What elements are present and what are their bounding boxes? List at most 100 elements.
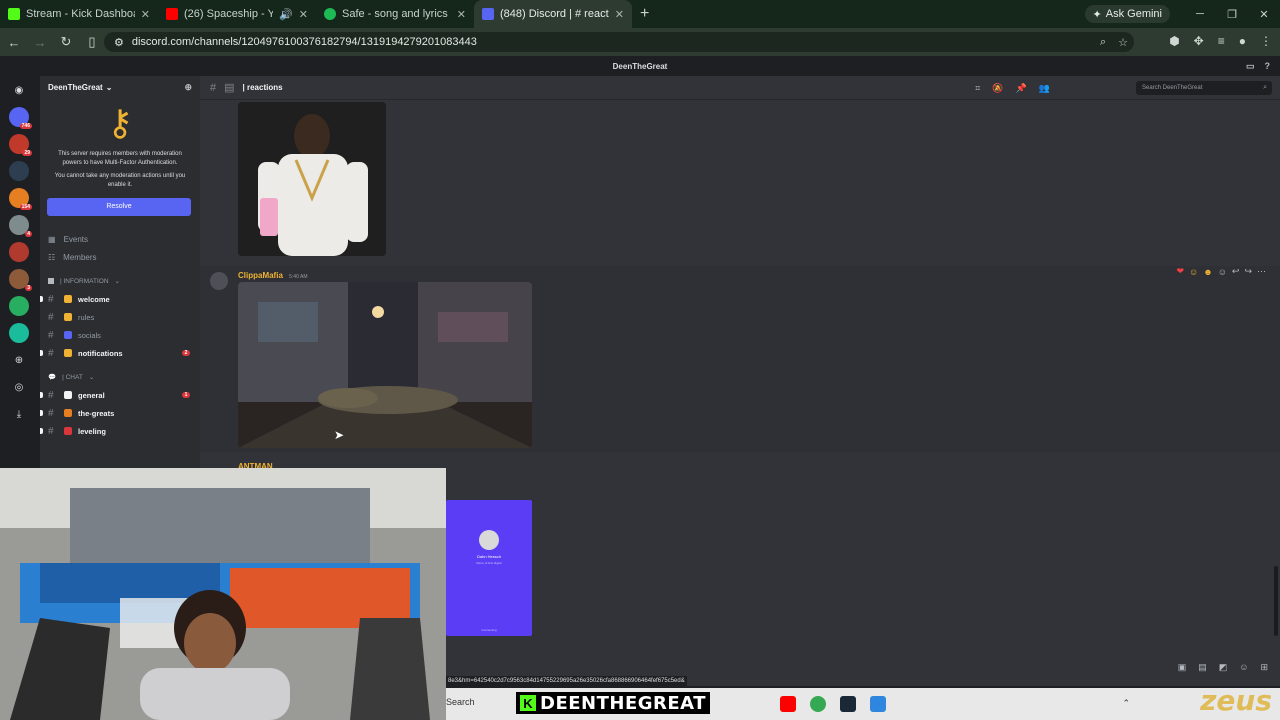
invite-icon[interactable]: ⊕ (184, 82, 192, 93)
hash-icon: # (48, 425, 54, 437)
events-link[interactable]: ▦ Events (40, 230, 200, 248)
laugh-reaction-icon[interactable]: ☻ (1203, 267, 1212, 277)
members-link[interactable]: ☷ Members (40, 248, 200, 266)
category-information[interactable]: | INFORMATION ⌄ (40, 272, 200, 290)
embed-card[interactable]: Dahn Hessch Menu of first digital Connec… (446, 500, 532, 636)
profile-icon[interactable]: ● (1239, 34, 1246, 48)
youtube-icon[interactable] (780, 696, 796, 712)
bookmark-star-icon[interactable]: ☆ (1118, 36, 1128, 49)
hash-icon: # (48, 407, 54, 419)
channel-label: rules (78, 312, 95, 322)
extension-icon[interactable]: ⬢ (1169, 34, 1179, 48)
more-icon[interactable]: ⋯ (1257, 266, 1266, 277)
restore-icon[interactable]: ❐ (1216, 0, 1248, 28)
server-rail: ◉ 746 29 154 4 3 ⊕ ◎ ⤓ (0, 76, 38, 476)
message-author[interactable]: ClippaMafia 5:40 AM (238, 271, 308, 280)
channel-label: general (78, 390, 105, 400)
server-header[interactable]: DeenTheGreat ⌄ ⊕ (40, 76, 200, 98)
server-icon[interactable] (9, 296, 29, 316)
close-tab-icon[interactable]: ✕ (299, 8, 308, 21)
close-tab-icon[interactable]: ✕ (457, 8, 466, 21)
app-icon[interactable] (870, 696, 886, 712)
forward-icon[interactable]: ↪ (1244, 266, 1252, 277)
menu-icon[interactable]: ⋮ (1260, 34, 1272, 48)
scrollbar[interactable] (1274, 566, 1278, 636)
channel-rules[interactable]: # rules (40, 308, 200, 326)
server-icon[interactable] (9, 161, 29, 181)
emoji-icon[interactable]: ☺ (1239, 662, 1248, 673)
steam-icon[interactable] (840, 696, 856, 712)
add-reaction-icon[interactable]: ☺ (1218, 267, 1227, 277)
new-tab-button[interactable]: + (632, 5, 657, 23)
channel-emoji-icon (64, 313, 72, 321)
pin-icon[interactable]: 📌 (1016, 83, 1027, 94)
spotify-icon (324, 8, 336, 20)
chrome-icon[interactable] (810, 696, 826, 712)
threads-icon[interactable]: ⌗ (975, 83, 980, 94)
photo-man-holding-bottle (238, 102, 386, 256)
avatar[interactable] (210, 272, 228, 290)
channel-general[interactable]: # general 1 (40, 386, 200, 404)
speaker-icon[interactable]: 🔊 (279, 8, 293, 21)
puzzle-icon[interactable]: ✥ (1194, 34, 1204, 48)
channel-socials[interactable]: # socials (40, 326, 200, 344)
minimize-icon[interactable]: ─ (1184, 0, 1216, 28)
close-window-icon[interactable]: ✕ (1248, 0, 1280, 28)
channel-emoji-icon (64, 391, 72, 399)
channel-sidebar: DeenTheGreat ⌄ ⊕ ⚷ This server requires … (40, 76, 200, 476)
channel-leveling[interactable]: # leveling (40, 422, 200, 440)
sticker-icon[interactable]: ◩ (1219, 662, 1228, 673)
reply-icon[interactable]: ↩ (1232, 266, 1240, 277)
image-attachment[interactable] (238, 102, 386, 256)
close-tab-icon[interactable]: ✕ (615, 8, 624, 21)
server-icon[interactable]: 4 (9, 215, 32, 237)
tab-discord[interactable]: (848) Discord | # reactions ✕ (474, 0, 632, 28)
help-icon[interactable]: ? (1265, 61, 1271, 72)
discord-icon (482, 8, 494, 20)
add-server-icon[interactable]: ⊕ (9, 350, 29, 370)
server-icon[interactable]: 746 (9, 107, 32, 129)
server-icon[interactable] (9, 242, 29, 262)
channel-welcome[interactable]: # welcome (40, 290, 200, 308)
server-icon[interactable]: 29 (9, 134, 32, 156)
url-field[interactable]: ⚙ discord.com/channels/12049761003761827… (104, 32, 1134, 52)
category-chat[interactable]: 💬 | CHAT ⌄ (40, 368, 200, 386)
back-icon[interactable]: ← (2, 35, 26, 50)
tray-chevron-icon[interactable]: ⌃ (1122, 698, 1130, 709)
image-attachment[interactable] (238, 282, 532, 448)
server-icon[interactable] (9, 323, 29, 343)
discord-title-strip: DeenTheGreat ▭ ? (0, 56, 1280, 76)
inbox-icon[interactable]: ▭ (1246, 61, 1255, 72)
zoom-icon[interactable]: ⌕ (1100, 36, 1106, 49)
member-list-icon[interactable]: 👥 (1039, 83, 1050, 94)
discord-home-icon[interactable]: ◉ (9, 80, 29, 100)
smile-reaction-icon[interactable]: ☺ (1189, 267, 1198, 277)
channel-notifications[interactable]: # notifications 2 (40, 344, 200, 362)
kick-logo-icon: K (520, 695, 536, 711)
reload-icon[interactable]: ↻ (54, 34, 78, 50)
gif-icon[interactable]: ▤ (1198, 662, 1207, 673)
server-icon[interactable]: 154 (9, 188, 32, 210)
heart-reaction-icon[interactable]: ❤ (1176, 266, 1184, 277)
resolve-button[interactable]: Resolve (47, 198, 191, 216)
tab-youtube[interactable]: (26) Spaceship - YouTube 🔊 ✕ (158, 0, 316, 28)
mute-icon[interactable]: 🔕 (992, 83, 1003, 94)
download-icon[interactable]: ⤓ (9, 404, 29, 424)
explore-icon[interactable]: ◎ (9, 377, 29, 397)
key-icon: ⚷ (106, 101, 134, 143)
message-item[interactable]: ClippaMafia 5:40 AM ❤ ☺ ☻ ☺ ↩ ↪ ⋯ (200, 266, 1280, 452)
search-input[interactable]: Search DeenTheGreat ⌕ (1136, 81, 1272, 95)
site-info-icon[interactable]: ⚙ (114, 36, 124, 49)
taskbar-search[interactable]: Search (446, 697, 475, 707)
tab-spotify[interactable]: Safe - song and lyrics by Drü C ✕ (316, 0, 474, 28)
sidebar-icon[interactable]: ▯ (80, 34, 104, 50)
tab-kick-dashboard[interactable]: Stream - Kick Dashboard ✕ (0, 0, 158, 28)
channel-the-greats[interactable]: # the-greats (40, 404, 200, 422)
ask-gemini-button[interactable]: ✦ Ask Gemini (1084, 5, 1170, 23)
apps-icon[interactable]: ⊞ (1260, 662, 1268, 673)
server-icon[interactable]: 3 (9, 269, 32, 291)
close-tab-icon[interactable]: ✕ (141, 8, 150, 21)
forward-icon[interactable]: → (28, 35, 52, 50)
media-icon[interactable]: ≡ (1218, 34, 1225, 48)
gift-icon[interactable]: ▣ (1178, 662, 1187, 673)
